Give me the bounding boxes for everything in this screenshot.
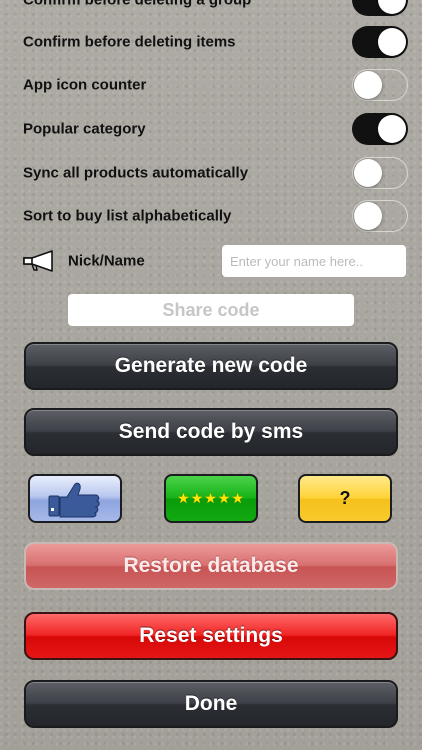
generate-new-code-label: Generate new code bbox=[114, 354, 308, 377]
help-label: ? bbox=[339, 488, 351, 508]
nick-name-label: Nick/Name bbox=[68, 252, 145, 270]
setting-label: Sort to buy list alphabetically bbox=[23, 207, 232, 225]
setting-label: App icon counter bbox=[23, 76, 147, 94]
rating-stars-icon: ★★★★★ bbox=[177, 490, 245, 506]
toggle-confirm-delete-group[interactable] bbox=[352, 0, 408, 16]
setting-label: Sync all products automatically bbox=[23, 164, 249, 182]
setting-label: Confirm before deleting a group bbox=[23, 0, 252, 9]
toggle-knob bbox=[378, 0, 406, 14]
toggle-knob bbox=[378, 28, 406, 56]
share-code-field[interactable]: Share code bbox=[68, 294, 354, 326]
rate-app-button[interactable]: ★★★★★ bbox=[164, 474, 258, 523]
generate-new-code-button[interactable]: Generate new code bbox=[24, 342, 398, 390]
toggle-sort-alphabetically[interactable] bbox=[352, 200, 408, 232]
share-code-placeholder: Share code bbox=[162, 299, 260, 320]
toggle-knob bbox=[354, 202, 382, 230]
nick-name-row: Nick/Name bbox=[0, 240, 422, 282]
megaphone-icon bbox=[23, 250, 53, 272]
setting-row-app-icon-counter: App icon counter bbox=[0, 63, 422, 107]
done-button[interactable]: Done bbox=[24, 680, 398, 728]
setting-row-confirm-delete-group: Confirm before deleting a group bbox=[0, 0, 422, 22]
thumbs-up-icon bbox=[48, 482, 100, 517]
facebook-like-button[interactable] bbox=[28, 474, 122, 523]
toggle-sync-products[interactable] bbox=[352, 157, 408, 189]
setting-row-sort-alphabetically: Sort to buy list alphabetically bbox=[0, 194, 422, 238]
setting-label: Confirm before deleting items bbox=[23, 33, 236, 51]
toggle-knob bbox=[354, 159, 382, 187]
done-label: Done bbox=[184, 692, 238, 715]
send-code-by-sms-button[interactable]: Send code by sms bbox=[24, 408, 398, 456]
toggle-knob bbox=[354, 71, 382, 99]
reset-settings-button[interactable]: Reset settings bbox=[24, 612, 398, 660]
restore-database-label: Restore database bbox=[123, 554, 299, 577]
toggle-app-icon-counter[interactable] bbox=[352, 69, 408, 101]
setting-label: Popular category bbox=[23, 120, 146, 138]
toggle-knob bbox=[378, 115, 406, 143]
setting-row-confirm-delete-items: Confirm before deleting items bbox=[0, 20, 422, 64]
name-input[interactable] bbox=[222, 245, 406, 277]
send-code-by-sms-label: Send code by sms bbox=[118, 420, 304, 443]
help-button[interactable]: ? bbox=[298, 474, 392, 523]
restore-database-button[interactable]: Restore database bbox=[24, 542, 398, 590]
toggle-popular-category[interactable] bbox=[352, 113, 408, 145]
setting-row-sync-products: Sync all products automatically bbox=[0, 151, 422, 195]
setting-row-popular-category: Popular category bbox=[0, 107, 422, 151]
toggle-confirm-delete-items[interactable] bbox=[352, 26, 408, 58]
reset-settings-label: Reset settings bbox=[139, 624, 283, 647]
